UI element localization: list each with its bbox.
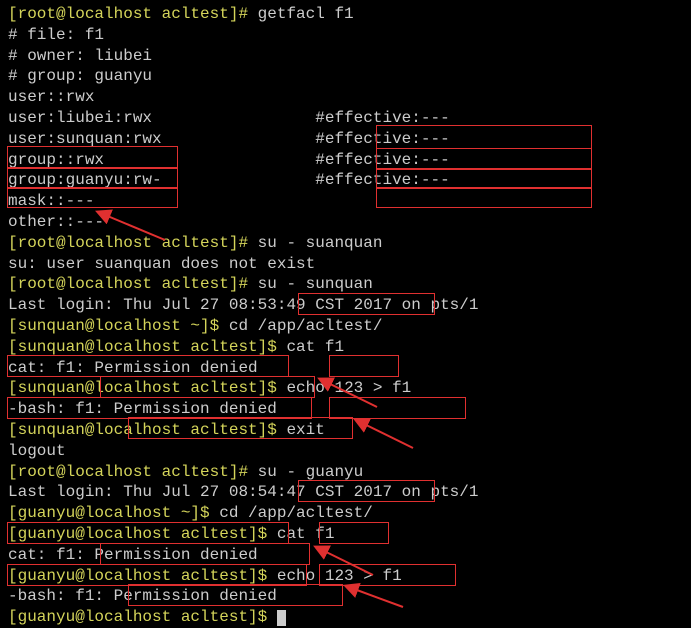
prompt-text: [root@localhost acltest]# [8,234,258,252]
terminal-line[interactable]: [guanyu@localhost acltest]$ [8,607,683,628]
terminal-line: Last login: Thu Jul 27 08:54:47 CST 2017… [8,482,683,503]
terminal-line: [sunquan@localhost acltest]$ exit [8,420,683,441]
effective-comment: #effective:--- [315,109,449,127]
command-text: su - suanquan [258,234,383,252]
terminal-line: logout [8,441,683,462]
prompt-text: [root@localhost acltest]# [8,5,258,23]
prompt-text: [guanyu@localhost acltest]$ [8,567,277,585]
terminal-line: cat: f1: Permission denied [8,545,683,566]
command-text: su - guanyu [258,463,364,481]
terminal-line: [root@localhost acltest]# getfacl f1 [8,4,683,25]
prompt-text: [root@localhost acltest]# [8,463,258,481]
terminal-line: [root@localhost acltest]# su - sunquan [8,274,683,295]
acl-entry: group::rwx [8,151,315,169]
terminal-line: [guanyu@localhost ~]$ cd /app/acltest/ [8,503,683,524]
prompt-text: [guanyu@localhost acltest]$ [8,608,277,626]
terminal-line: [sunquan@localhost ~]$ cd /app/acltest/ [8,316,683,337]
effective-comment: #effective:--- [315,151,449,169]
command-text: cd /app/acltest/ [219,504,373,522]
terminal-line: cat: f1: Permission denied [8,358,683,379]
command-text: cat f1 [277,525,335,543]
prompt-text: [sunquan@localhost acltest]$ [8,421,286,439]
command-text: cat f1 [286,338,344,356]
terminal-line: [root@localhost acltest]# su - guanyu [8,462,683,483]
prompt-text: [sunquan@localhost ~]$ [8,317,229,335]
prompt-text: [sunquan@localhost acltest]$ [8,338,286,356]
terminal-line: user::rwx [8,87,683,108]
terminal-line: group::rwx #effective:--- [8,150,683,171]
prompt-text: [guanyu@localhost acltest]$ [8,525,277,543]
terminal-line: su: user suanquan does not exist [8,254,683,275]
terminal-line: -bash: f1: Permission denied [8,586,683,607]
command-text: su - sunquan [258,275,373,293]
terminal-line: # owner: liubei [8,46,683,67]
terminal-line: # file: f1 [8,25,683,46]
acl-entry: group:guanyu:rw- [8,171,315,189]
cursor-icon [277,610,286,626]
terminal-line: -bash: f1: Permission denied [8,399,683,420]
terminal-line: Last login: Thu Jul 27 08:53:49 CST 2017… [8,295,683,316]
terminal-line: user:sunquan:rwx #effective:--- [8,129,683,150]
command-text: echo 123 > f1 [286,379,411,397]
terminal-line: # group: guanyu [8,66,683,87]
acl-entry: user:sunquan:rwx [8,130,315,148]
command-text: exit [286,421,324,439]
prompt-text: [guanyu@localhost ~]$ [8,504,219,522]
terminal-line: [guanyu@localhost acltest]$ echo 123 > f… [8,566,683,587]
terminal-line: group:guanyu:rw- #effective:--- [8,170,683,191]
acl-entry: user:liubei:rwx [8,109,315,127]
terminal-line: mask::--- [8,191,683,212]
terminal-line: [sunquan@localhost acltest]$ echo 123 > … [8,378,683,399]
terminal-line: user:liubei:rwx #effective:--- [8,108,683,129]
effective-comment: #effective:--- [315,130,449,148]
prompt-text: [sunquan@localhost acltest]$ [8,379,286,397]
command-text: echo 123 > f1 [277,567,402,585]
terminal-line: [guanyu@localhost acltest]$ cat f1 [8,524,683,545]
effective-comment: #effective:--- [315,171,449,189]
prompt-text: [root@localhost acltest]# [8,275,258,293]
command-text: cd /app/acltest/ [229,317,383,335]
terminal-line: [sunquan@localhost acltest]$ cat f1 [8,337,683,358]
terminal-line: [root@localhost acltest]# su - suanquan [8,233,683,254]
command-text: getfacl f1 [258,5,354,23]
terminal-line: other::--- [8,212,683,233]
